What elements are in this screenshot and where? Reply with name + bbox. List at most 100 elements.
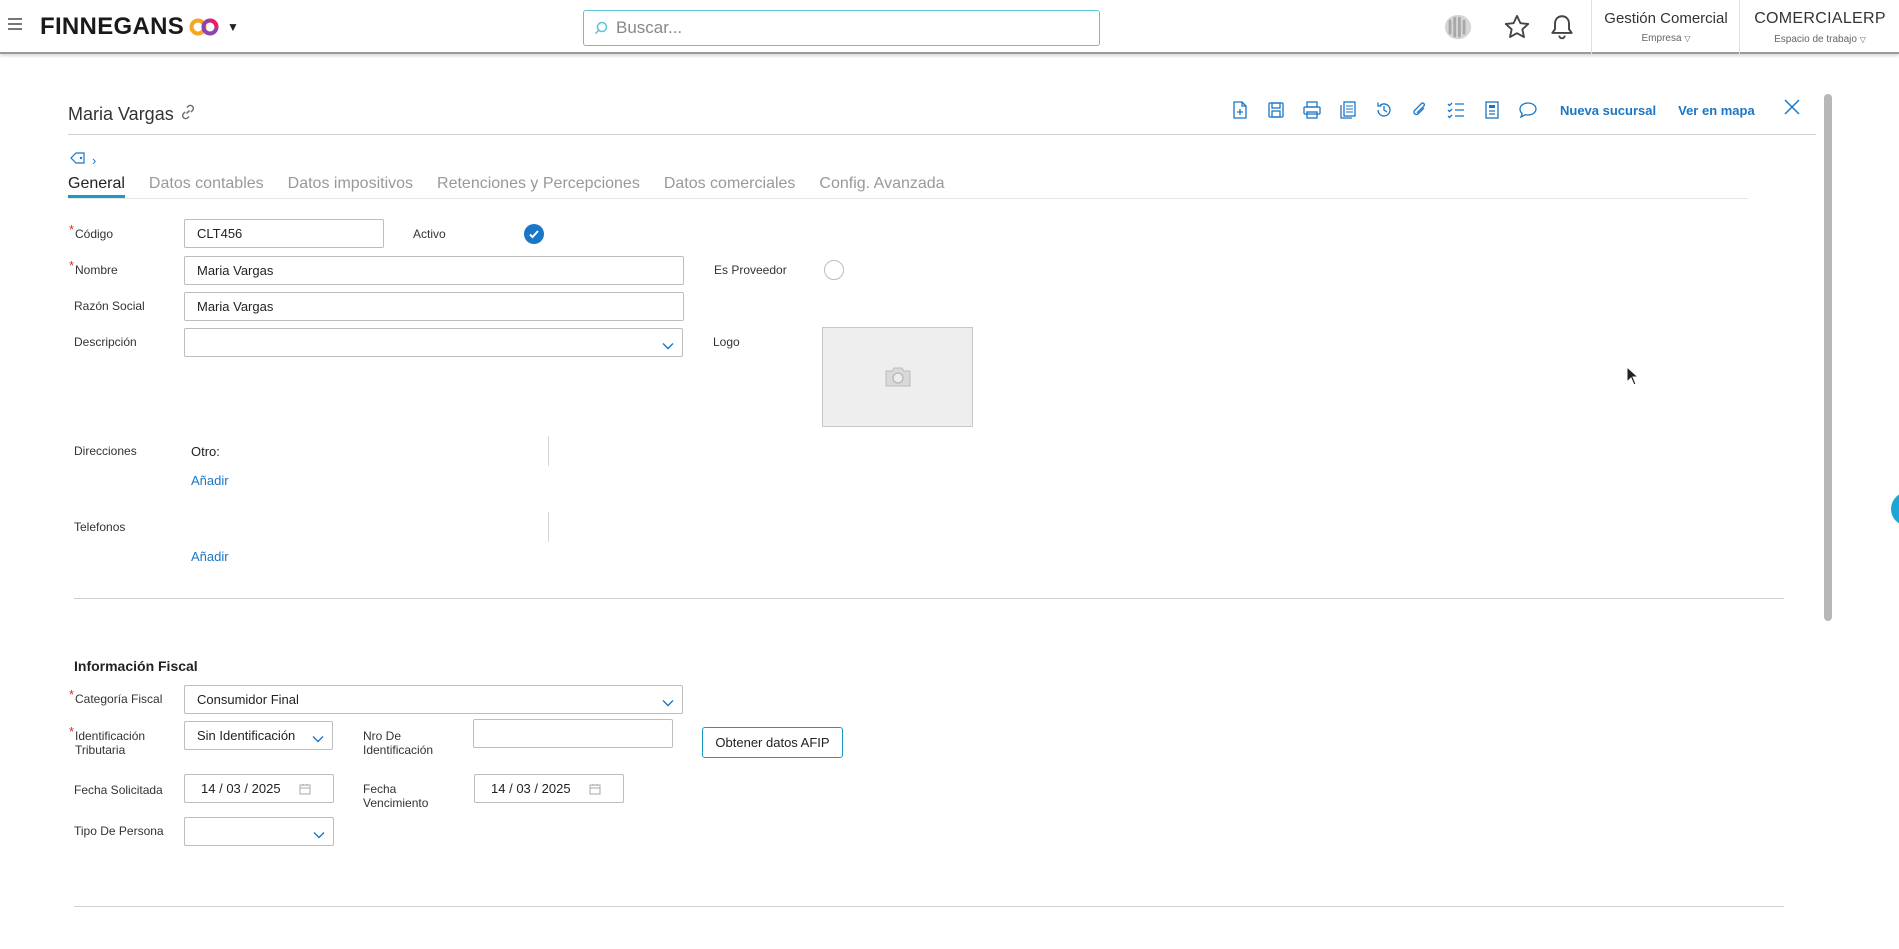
module-name: Gestión Comercial xyxy=(1604,10,1728,27)
nueva-sucursal-link[interactable]: Nueva sucursal xyxy=(1560,103,1656,118)
print-icon[interactable] xyxy=(1294,98,1330,122)
check-icon xyxy=(529,230,539,239)
tab-datos-contables[interactable]: Datos contables xyxy=(149,175,264,198)
workspace-sub: Espacio de trabajo xyxy=(1774,34,1857,45)
bell-icon[interactable] xyxy=(1547,12,1577,42)
tab-datos-comerciales[interactable]: Datos comerciales xyxy=(664,175,796,198)
telefonos-add-link[interactable]: Añadir xyxy=(191,549,229,564)
apps-icon[interactable] xyxy=(1443,12,1473,42)
identificacion-label: Identificación Tributaria xyxy=(69,725,146,757)
fecha-vencimiento-month: 03 xyxy=(516,781,531,796)
star-icon[interactable] xyxy=(1502,12,1532,42)
fecha-vencimiento-label-2: Vencimiento xyxy=(363,796,429,810)
razon-social-value: Maria Vargas xyxy=(197,299,274,314)
calendar-icon[interactable] xyxy=(589,783,601,798)
categoria-fiscal-select[interactable]: Consumidor Final xyxy=(184,685,683,714)
fecha-solicitada-field[interactable]: 14 / 03 / 2025 xyxy=(184,774,334,803)
calendar-icon[interactable] xyxy=(299,783,311,798)
nro-identificacion-label: Nro De Identificación xyxy=(363,729,433,757)
close-icon[interactable] xyxy=(1782,97,1802,122)
search-input[interactable] xyxy=(616,18,1086,38)
mouse-cursor-icon xyxy=(1626,365,1640,391)
es-proveedor-label: Es Proveedor xyxy=(714,263,787,277)
brand-logo[interactable]: FINNEGANS ▼ xyxy=(40,13,239,41)
workspace-name: COMERCIALERP xyxy=(1754,10,1886,27)
tab-config-avanzada[interactable]: Config. Avanzada xyxy=(819,175,944,198)
logo-label: Logo xyxy=(713,335,740,349)
attach-icon[interactable] xyxy=(1402,98,1438,122)
header-divider xyxy=(68,134,1816,135)
tipo-persona-select[interactable] xyxy=(184,817,334,846)
tab-retenciones[interactable]: Retenciones y Percepciones xyxy=(437,175,640,198)
activo-checkbox[interactable] xyxy=(524,224,544,244)
section-divider xyxy=(74,598,1784,599)
direcciones-label: Direcciones xyxy=(74,444,137,458)
logo-upload[interactable] xyxy=(822,327,973,427)
search-icon xyxy=(594,21,608,35)
link-icon[interactable] xyxy=(179,103,197,126)
history-icon[interactable] xyxy=(1366,98,1402,122)
brand-co-icon xyxy=(189,18,219,36)
codigo-field[interactable]: CLT456 xyxy=(184,219,384,248)
search-box[interactable] xyxy=(583,10,1100,46)
chevron-down-icon[interactable]: ▼ xyxy=(227,20,239,34)
fecha-vencimiento-label-1: Fecha xyxy=(363,782,397,796)
identificacion-value: Sin Identificación xyxy=(197,728,296,743)
descripcion-label: Descripción xyxy=(74,335,137,349)
copy-icon[interactable] xyxy=(1330,98,1366,122)
chevron-right-icon[interactable]: › xyxy=(92,153,96,168)
fiscal-section-title: Información Fiscal xyxy=(74,658,198,674)
chevron-down-icon xyxy=(662,338,674,353)
divider xyxy=(1591,0,1592,54)
fecha-vencimiento-year: 2025 xyxy=(541,781,571,796)
nombre-field[interactable]: Maria Vargas xyxy=(184,256,684,285)
fecha-solicitada-label: Fecha Solicitada xyxy=(74,783,163,797)
tab-general[interactable]: General xyxy=(68,175,125,198)
menu-icon[interactable] xyxy=(8,18,22,30)
fecha-vencimiento-field[interactable]: 14 / 03 / 2025 xyxy=(474,774,624,803)
telefonos-label: Telefonos xyxy=(74,520,126,534)
module-sub: Empresa xyxy=(1641,33,1682,44)
activo-label: Activo xyxy=(413,227,446,241)
fecha-vencimiento-day: 14 xyxy=(491,781,506,796)
comment-icon[interactable] xyxy=(1510,98,1546,122)
identificacion-select[interactable]: Sin Identificación xyxy=(184,721,333,750)
fecha-vencimiento-label: Fecha Vencimiento xyxy=(363,782,428,810)
scrollbar-thumb[interactable] xyxy=(1824,94,1832,621)
codigo-value: CLT456 xyxy=(197,226,243,241)
nro-label-1: Nro De xyxy=(363,729,402,743)
identificacion-label-2: Tributaria xyxy=(75,743,126,757)
direcciones-add-link[interactable]: Añadir xyxy=(191,473,229,488)
report-icon[interactable] xyxy=(1474,98,1510,122)
tag-icon[interactable] xyxy=(70,151,86,170)
top-bar: FINNEGANS ▼ Gestión Comercial Empresa ▽ … xyxy=(0,0,1899,54)
save-icon[interactable] xyxy=(1258,98,1294,122)
obtener-afip-button[interactable]: Obtener datos AFIP xyxy=(702,727,843,758)
descripcion-select[interactable] xyxy=(184,328,683,357)
razon-social-field[interactable]: Maria Vargas xyxy=(184,292,684,321)
nombre-label: Nombre xyxy=(69,259,118,277)
record-title-text: Maria Vargas xyxy=(68,104,174,124)
nro-identificacion-field[interactable] xyxy=(473,719,673,748)
brand-name: FINNEGANS xyxy=(40,13,185,40)
es-proveedor-toggle[interactable] xyxy=(824,260,844,280)
record-toolbar: Nueva sucursal Ver en mapa xyxy=(1222,98,1755,122)
chevron-down-icon xyxy=(312,731,324,746)
tab-datos-impositivos[interactable]: Datos impositivos xyxy=(288,175,413,198)
module-selector[interactable]: Gestión Comercial Empresa ▽ xyxy=(1600,10,1732,44)
workspace-selector[interactable]: COMERCIALERP Espacio de trabajo ▽ xyxy=(1746,10,1894,45)
chevron-down-icon: ▽ xyxy=(1684,34,1691,43)
identificacion-label-1: Identificación xyxy=(75,729,146,743)
chevron-down-icon: ▽ xyxy=(1859,35,1866,44)
new-doc-icon[interactable] xyxy=(1222,98,1258,122)
ver-en-mapa-link[interactable]: Ver en mapa xyxy=(1678,103,1755,118)
record-title: Maria Vargas xyxy=(68,103,197,126)
tag-row: › xyxy=(70,151,96,170)
tipo-persona-label: Tipo De Persona xyxy=(74,824,164,838)
help-fab[interactable] xyxy=(1891,492,1899,526)
divider xyxy=(548,436,549,466)
checklist-icon[interactable] xyxy=(1438,98,1474,122)
categoria-fiscal-value: Consumidor Final xyxy=(197,692,299,707)
nro-label-2: Identificación xyxy=(363,743,434,757)
razon-social-label: Razón Social xyxy=(74,299,145,313)
